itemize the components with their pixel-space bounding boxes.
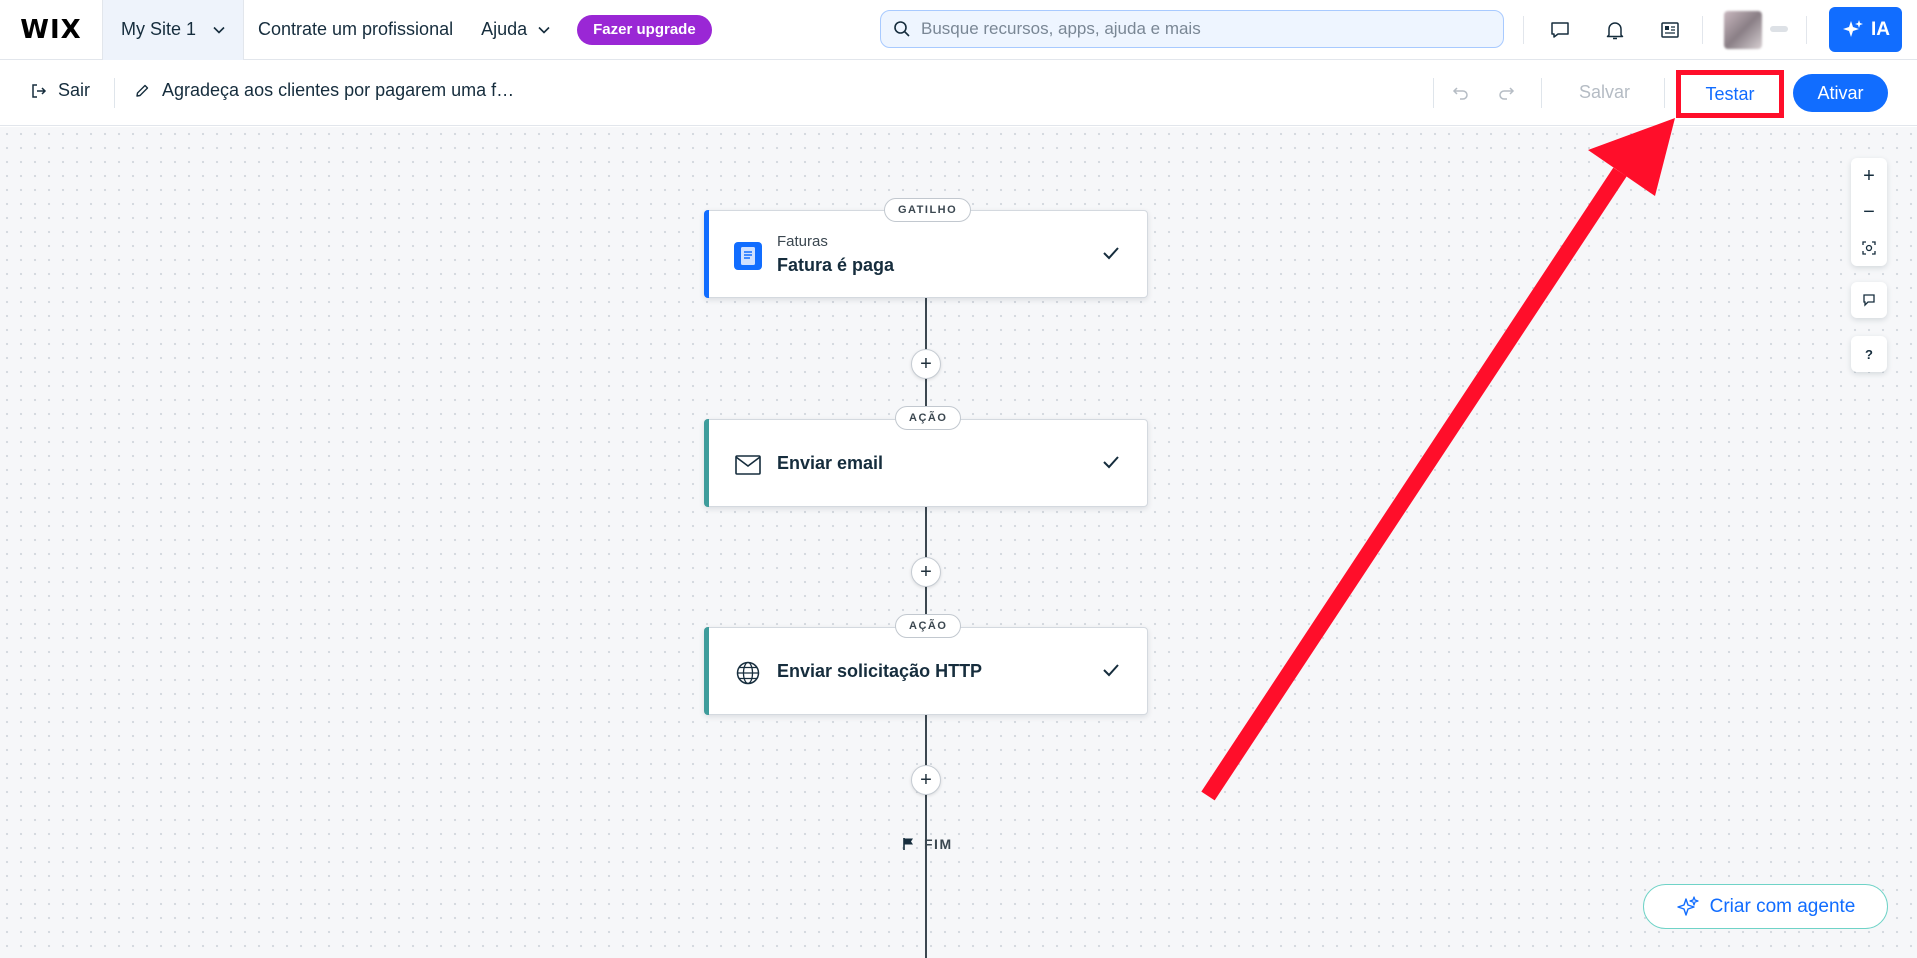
chat-icon[interactable] (1546, 16, 1574, 44)
save-button[interactable]: Salvar (1579, 82, 1630, 103)
fit-screen-icon (1862, 241, 1876, 255)
divider (1523, 16, 1524, 44)
undo-icon[interactable] (1449, 81, 1473, 105)
action-accent-bar (704, 419, 709, 507)
flag-icon (903, 838, 913, 850)
redo-icon[interactable] (1494, 81, 1518, 105)
action-pill: AÇÃO (895, 406, 962, 430)
divider (1702, 16, 1703, 44)
add-step-button[interactable]: + (911, 557, 941, 587)
globe-icon (733, 658, 763, 688)
search-input[interactable] (921, 19, 1481, 39)
exit-label: Sair (58, 80, 91, 100)
help-label: Ajuda (481, 19, 528, 39)
pencil-icon (136, 84, 149, 97)
create-with-agent-label: Criar com agente (1709, 895, 1856, 917)
trigger-app-name: Faturas (777, 233, 828, 250)
automation-canvas[interactable]: Faturas Fatura é paga GATILHO + Enviar e… (0, 127, 1917, 958)
account-name-placeholder (1770, 26, 1788, 32)
action-pill: AÇÃO (895, 614, 962, 638)
chevron-down-icon (538, 26, 550, 34)
envelope-icon (733, 450, 763, 480)
hire-professional-link[interactable]: Contrate um profissional (244, 0, 467, 60)
trigger-title: Fatura é paga (777, 255, 895, 275)
bell-icon[interactable] (1601, 16, 1629, 44)
sparkle-icon (1843, 19, 1863, 37)
site-name: My Site 1 (121, 19, 197, 39)
action-accent-bar (704, 627, 709, 715)
chevron-down-icon (213, 26, 225, 34)
search-icon (894, 21, 910, 37)
check-icon (1103, 664, 1119, 677)
exit-icon (32, 83, 47, 98)
trigger-pill: GATILHO (884, 198, 972, 222)
divider (1806, 16, 1807, 44)
automation-name-editor[interactable]: Agradeça aos clientes por pagarem uma f… (134, 80, 514, 101)
hire-professional-label: Contrate um profissional (258, 19, 454, 39)
zoom-controls: + − (1851, 158, 1887, 266)
divider (1541, 78, 1542, 108)
create-with-agent-button[interactable]: Criar com agente (1643, 884, 1888, 929)
divider (1433, 78, 1434, 108)
ai-label: IA (1871, 18, 1890, 40)
automation-name: Agradeça aos clientes por pagarem uma f… (162, 80, 515, 100)
news-icon[interactable] (1656, 16, 1684, 44)
zoom-out-button[interactable]: − (1851, 194, 1887, 230)
invoice-icon (733, 241, 763, 271)
fit-to-screen-button[interactable] (1851, 230, 1887, 266)
comment-icon (1863, 294, 1875, 307)
add-step-button[interactable]: + (911, 765, 941, 795)
zoom-in-button[interactable]: + (1851, 158, 1887, 194)
flow-end: FIM (902, 836, 953, 852)
automation-toolbar: Sair Agradeça aos clientes por pagarem u… (0, 60, 1917, 126)
check-icon (1103, 456, 1119, 469)
site-selector[interactable]: My Site 1 (102, 0, 244, 60)
action-title: Enviar solicitação HTTP (777, 661, 983, 681)
minimap-button[interactable] (1851, 282, 1887, 318)
action-node-send-email[interactable]: Enviar email (704, 419, 1148, 507)
help-button[interactable]: ? (1851, 336, 1887, 372)
activate-button[interactable]: Ativar (1793, 74, 1888, 112)
trigger-node[interactable]: Faturas Fatura é paga (704, 210, 1148, 298)
ai-assistant-button[interactable]: IA (1829, 7, 1902, 52)
search-bar[interactable] (880, 10, 1504, 48)
divider (1664, 78, 1665, 108)
check-icon (1103, 247, 1119, 260)
exit-button[interactable]: Sair (30, 80, 90, 101)
action-node-http-request[interactable]: Enviar solicitação HTTP (704, 627, 1148, 715)
sparkle-icon (1676, 895, 1699, 916)
end-label: FIM (924, 836, 953, 852)
action-title: Enviar email (777, 453, 884, 473)
help-menu[interactable]: Ajuda (467, 0, 565, 60)
trigger-accent-bar (704, 210, 709, 298)
avatar[interactable] (1724, 11, 1762, 49)
wix-logo[interactable]: WIX (0, 0, 102, 60)
upgrade-button[interactable]: Fazer upgrade (577, 14, 712, 45)
divider (114, 78, 115, 108)
add-step-button[interactable]: + (911, 349, 941, 379)
test-button[interactable]: Testar (1676, 70, 1784, 118)
